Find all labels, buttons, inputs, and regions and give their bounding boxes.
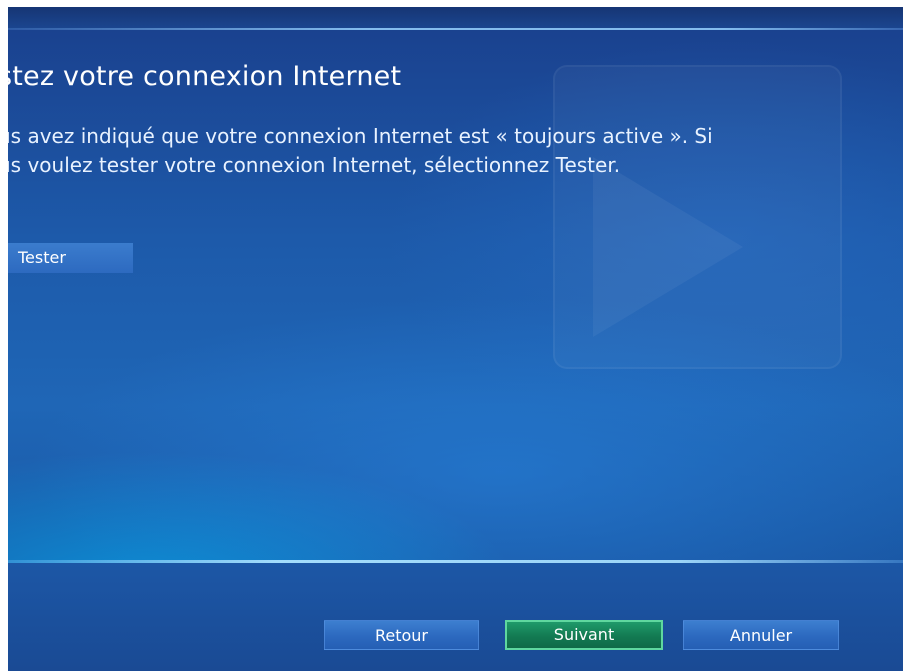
forward-arrow-icon bbox=[593, 157, 743, 337]
footer-band bbox=[8, 563, 903, 671]
top-divider bbox=[8, 28, 903, 30]
test-button[interactable]: Tester bbox=[8, 243, 133, 273]
back-button[interactable]: Retour bbox=[324, 620, 479, 650]
page-title: stez votre connexion Internet bbox=[8, 61, 402, 92]
media-center-setup-screen: stez votre connexion Internet us avez in… bbox=[8, 7, 903, 671]
cancel-button[interactable]: Annuler bbox=[683, 620, 839, 650]
top-band bbox=[8, 7, 903, 29]
description: us avez indiqué que votre connexion Inte… bbox=[8, 122, 713, 180]
description-line: us avez indiqué que votre connexion Inte… bbox=[8, 124, 713, 148]
next-button[interactable]: Suivant bbox=[505, 620, 663, 650]
description-line: us voulez tester votre connexion Interne… bbox=[8, 153, 621, 177]
